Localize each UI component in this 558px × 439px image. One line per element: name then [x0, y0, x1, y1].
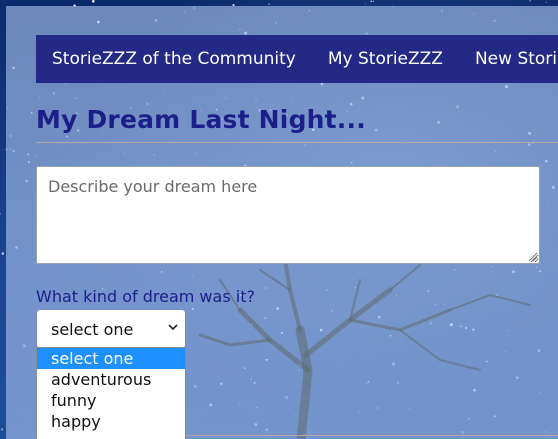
option-funny[interactable]: funny [37, 390, 185, 411]
dream-description-textarea[interactable] [36, 166, 540, 264]
option-happy[interactable]: happy [37, 411, 185, 432]
page-background: StorieZZZ of the Community My StorieZZZ … [0, 0, 558, 439]
main-navbar: StorieZZZ of the Community My StorieZZZ … [36, 35, 558, 83]
nav-link-new-story[interactable]: New StorieZZZ [459, 49, 558, 69]
chevron-down-icon [168, 324, 178, 331]
option-adventurous[interactable]: adventurous [37, 369, 185, 390]
dream-kind-selected-value: select one [51, 319, 134, 339]
nav-link-my-stories[interactable]: My StorieZZZ [312, 49, 459, 69]
bottom-divider [186, 435, 558, 436]
nav-link-community-stories[interactable]: StorieZZZ of the Community [36, 49, 312, 69]
title-divider [36, 142, 558, 143]
dream-kind-label: What kind of dream was it? [36, 287, 255, 306]
page-title: My Dream Last Night... [36, 105, 366, 134]
dream-kind-select[interactable]: select one [36, 309, 186, 349]
dream-kind-options-list: select one adventurous funny happy [36, 347, 186, 439]
option-select-one[interactable]: select one [37, 348, 185, 369]
